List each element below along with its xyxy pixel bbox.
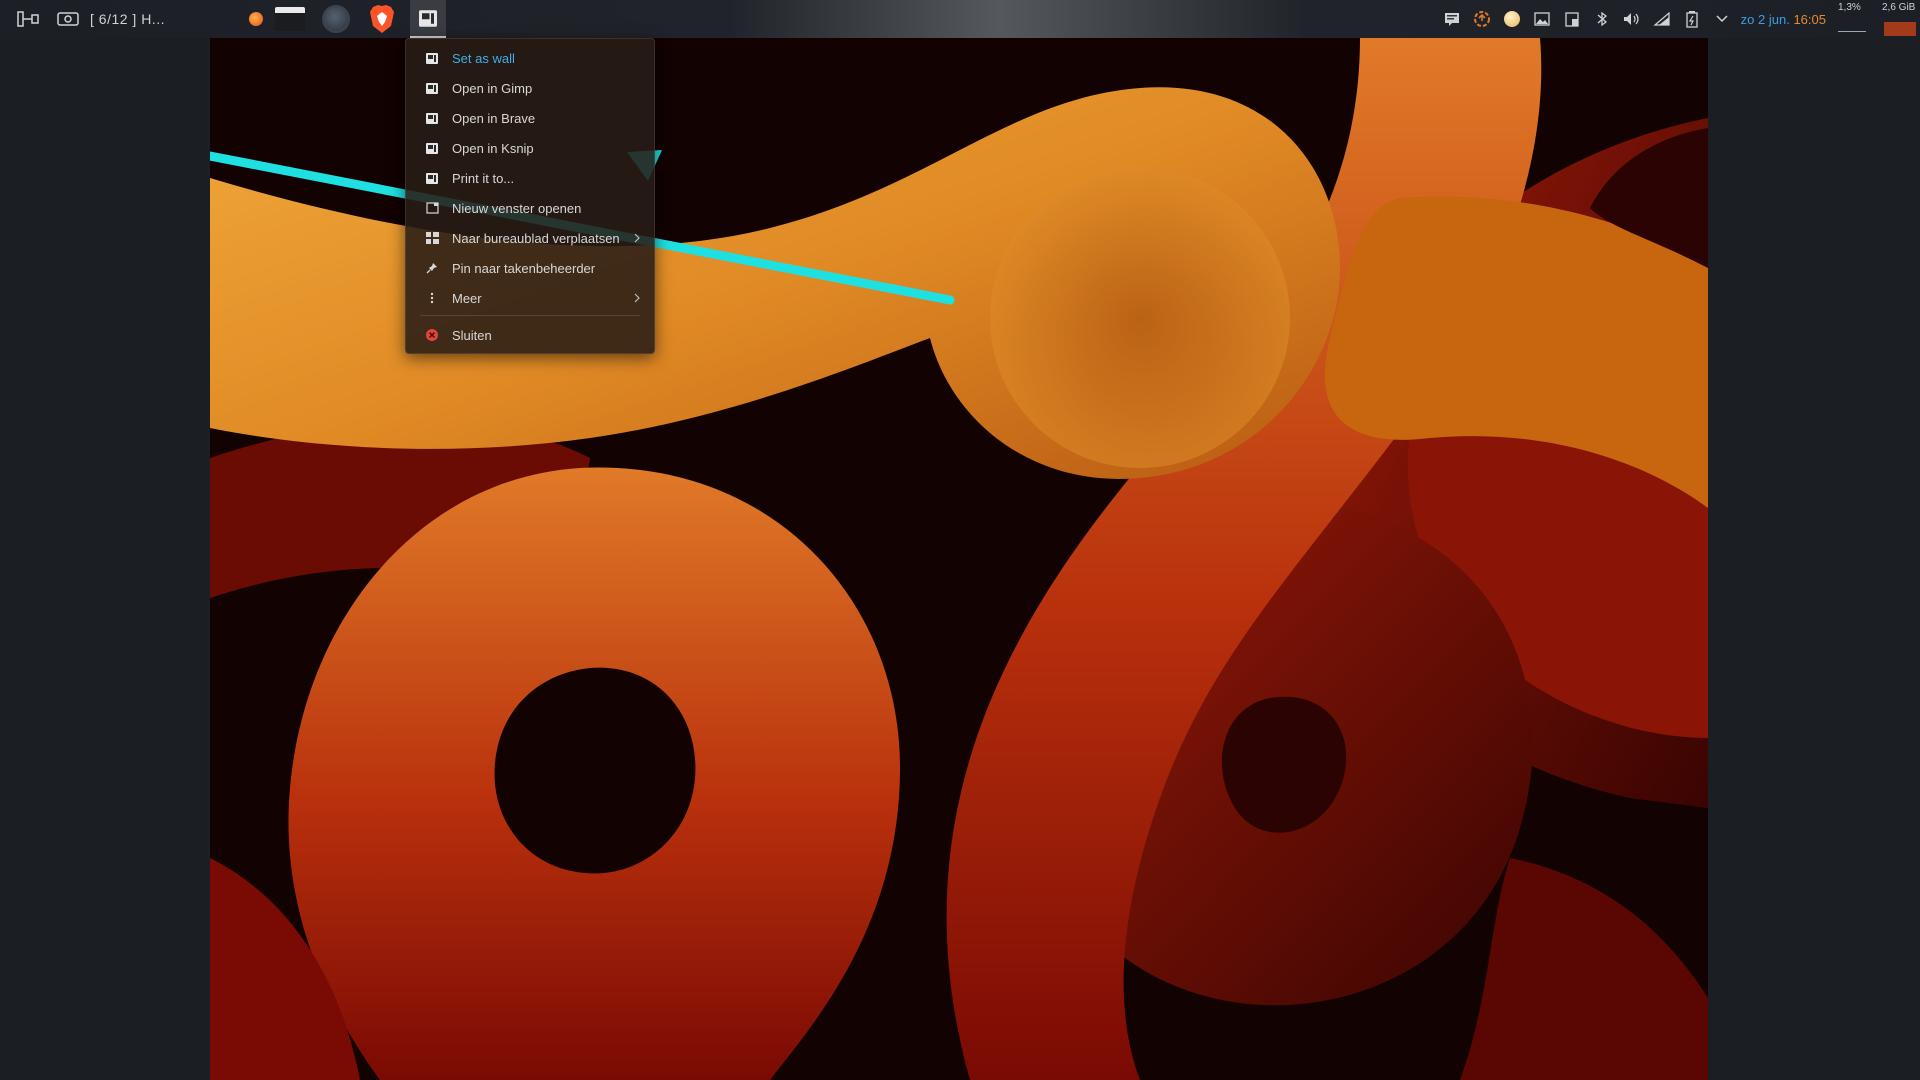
menu-item-pin-to-taskbar[interactable]: Pin naar takenbeheerder xyxy=(406,253,654,283)
chevron-down-icon xyxy=(1716,15,1728,23)
memory-graph xyxy=(1884,22,1916,36)
image-viewer-icon xyxy=(424,50,440,66)
updates-icon xyxy=(1473,11,1490,27)
task-firefox[interactable] xyxy=(244,0,268,38)
menu-item-label: Nieuw venster openen xyxy=(452,200,582,216)
menu-item-open-in-brave[interactable]: Open in Brave xyxy=(406,103,654,133)
clock-time: 16:05 xyxy=(1793,11,1826,27)
notes-icon xyxy=(1444,13,1459,26)
circle-app-icon xyxy=(322,5,350,33)
system-monitor[interactable]: 1,3% 2,6 GiB xyxy=(1834,0,1920,38)
workspace-label[interactable]: [ 6/12 ] H... xyxy=(90,11,165,27)
top-panel: [ 6/12 ] H... zo 2 jun. 16:05 1,3% 2,6 G… xyxy=(0,0,1920,38)
cpu-graph xyxy=(1838,31,1866,35)
network-icon xyxy=(1653,12,1670,26)
menu-item-label: Naar bureaublad verplaatsen xyxy=(452,230,620,246)
notes-button[interactable] xyxy=(1437,0,1467,38)
desktop-grid-icon xyxy=(424,230,440,246)
cpu-usage: 1,3% xyxy=(1838,2,1861,13)
volume-button[interactable] xyxy=(1617,0,1647,38)
menu-item-label: Print it to... xyxy=(452,170,515,186)
menu-item-move-to-desktop[interactable]: Naar bureaublad verplaatsen xyxy=(406,223,654,253)
task-brave[interactable] xyxy=(364,0,400,38)
clipboard-button[interactable] xyxy=(1557,0,1587,38)
image-button[interactable] xyxy=(1527,0,1557,38)
chevron-right-icon xyxy=(630,233,644,243)
bluetooth-icon xyxy=(1597,11,1607,27)
screenshot-icon xyxy=(57,12,79,26)
pin-icon xyxy=(424,260,440,276)
weather-icon xyxy=(1503,11,1520,27)
menu-item-label: Set as wall xyxy=(452,50,515,66)
clipboard-icon xyxy=(1565,12,1579,27)
menu-item-label: Open in Brave xyxy=(452,110,536,126)
menu-item-label: Meer xyxy=(452,290,482,306)
volume-icon xyxy=(1623,13,1639,25)
clock-date: zo 2 jun. xyxy=(1740,11,1790,27)
close-circle-icon xyxy=(424,327,440,343)
menu-item-set-as-wall[interactable]: Set as wall xyxy=(406,43,654,73)
image-viewer-icon xyxy=(424,80,440,96)
task-image-viewer[interactable] xyxy=(410,0,446,38)
updates-button[interactable] xyxy=(1467,0,1497,38)
menu-item-open-in-gimp[interactable]: Open in Gimp xyxy=(406,73,654,103)
task-terminal[interactable] xyxy=(272,0,308,38)
menu-item-label: Open in Gimp xyxy=(452,80,533,96)
window-switch-icon xyxy=(17,11,39,27)
brave-icon xyxy=(370,5,394,33)
image-viewer-icon xyxy=(419,9,437,27)
new-window-icon xyxy=(424,200,440,216)
digital-clock[interactable]: zo 2 jun. 16:05 xyxy=(1741,12,1826,27)
image-viewer-icon xyxy=(424,140,440,156)
menu-item-open-in-ksnip[interactable]: Open in Ksnip xyxy=(406,133,654,163)
image-viewer-icon xyxy=(424,170,440,186)
menu-item-print[interactable]: Print it to... xyxy=(406,163,654,193)
menu-item-more[interactable]: Meer xyxy=(406,283,654,313)
tray-expand-button[interactable] xyxy=(1707,0,1737,38)
menu-separator xyxy=(420,315,640,316)
menu-item-label: Sluiten xyxy=(452,327,492,343)
task-circle-app[interactable] xyxy=(318,0,354,38)
bluetooth-button[interactable] xyxy=(1587,0,1617,38)
memory-usage: 2,6 GiB xyxy=(1882,2,1916,13)
chevron-right-icon xyxy=(630,293,644,303)
system-tray: zo 2 jun. 16:05 1,3% 2,6 GiB xyxy=(1437,0,1920,38)
menu-item-label: Pin naar takenbeheerder xyxy=(452,260,596,276)
weather-button[interactable] xyxy=(1497,0,1527,38)
battery-button[interactable] xyxy=(1677,0,1707,38)
menu-item-new-window[interactable]: Nieuw venster openen xyxy=(406,193,654,223)
battery-icon xyxy=(1686,11,1698,28)
network-button[interactable] xyxy=(1647,0,1677,38)
menu-item-close[interactable]: Sluiten xyxy=(406,320,654,350)
menu-item-label: Open in Ksnip xyxy=(452,140,534,156)
panel-left: [ 6/12 ] H... xyxy=(0,0,165,38)
firefox-dot-icon xyxy=(249,12,263,26)
task-context-menu: Set as wall Open in Gimp Open in Brave O… xyxy=(405,38,655,354)
window-switch-button[interactable] xyxy=(0,0,56,38)
image-viewer-icon xyxy=(424,110,440,126)
image-icon xyxy=(1534,12,1550,26)
terminal-window-icon xyxy=(275,7,305,31)
screenshot-button[interactable] xyxy=(56,0,80,38)
more-vertical-icon xyxy=(424,290,440,306)
